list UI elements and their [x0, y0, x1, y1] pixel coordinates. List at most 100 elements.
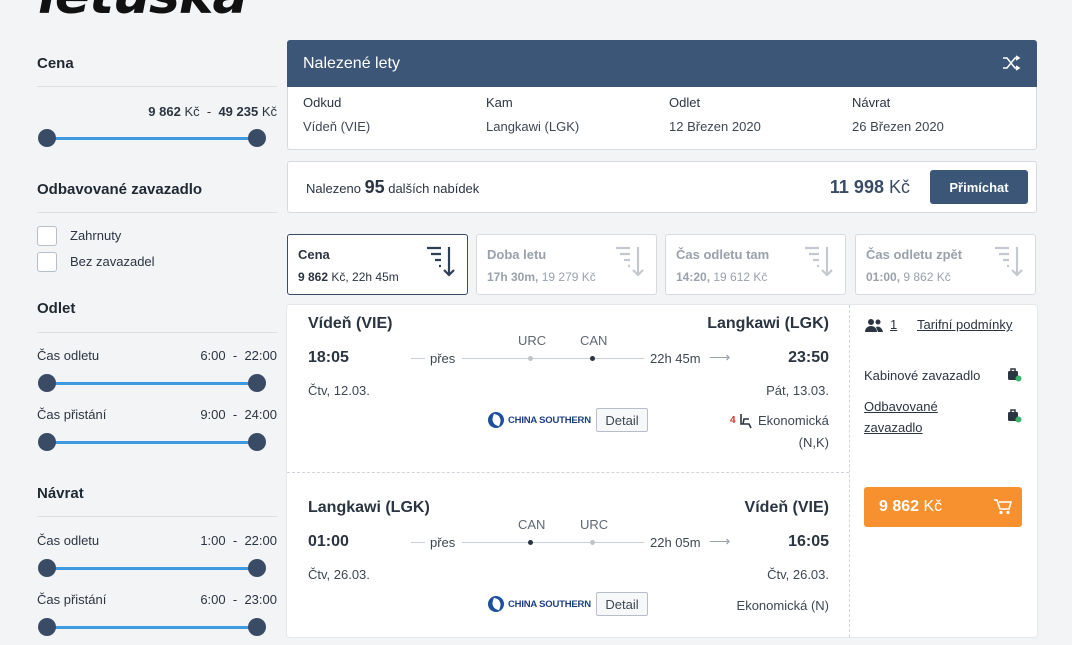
no-baggage-label[interactable]: Bez zavazadel — [70, 254, 155, 269]
inbound-to-city: Vídeň (VIE) — [744, 499, 829, 516]
price-max-value: 49 235 — [218, 104, 259, 119]
no-baggage-checkbox[interactable] — [37, 252, 57, 272]
checked-bag-link[interactable]: Odbavované — [864, 399, 938, 414]
tab-sub-rest: Kč, 22h 45m — [328, 270, 399, 284]
tab-sort-duration[interactable]: Doba letu 17h 30m, 19 279 Kč — [476, 234, 657, 295]
range-sep: - — [232, 533, 238, 548]
airline-name: CHINA SOUTHERN — [508, 598, 591, 610]
inbound-dep-date: Čtv, 26.03. — [308, 567, 370, 582]
inbound-dep-time: 01:00 — [308, 533, 349, 550]
tab-sub-bold: 17h 30m, — [487, 270, 539, 284]
seats-left-count: 4 — [730, 415, 736, 426]
route-line — [462, 542, 644, 543]
divider — [287, 472, 849, 473]
baggage-included-checkbox[interactable] — [37, 226, 57, 246]
route-line — [411, 542, 425, 543]
price-filter-title: Cena — [37, 55, 74, 72]
site-logo[interactable]: letuska — [38, 0, 248, 26]
price-slider[interactable] — [38, 129, 266, 147]
passenger-count[interactable]: 1 — [890, 317, 897, 332]
divider — [37, 332, 277, 333]
return-value: 26 Březen 2020 — [852, 119, 944, 134]
tab-sub-rest: 9 862 Kč — [900, 270, 951, 284]
airline-mark-icon — [488, 596, 504, 612]
outbound-dep-date: Čtv, 12.03. — [308, 383, 370, 398]
slider-min-handle[interactable] — [38, 129, 56, 147]
inbound-duration: 22h 05m — [650, 535, 701, 550]
tab-sub: 9 862 Kč, 22h 45m — [298, 270, 399, 284]
outbound-detail-button[interactable]: Detail — [596, 408, 648, 432]
inbound-arr-date: Čtv, 26.03. — [767, 567, 829, 582]
baggage-included-label[interactable]: Zahrnuty — [70, 228, 121, 243]
sort-descending-icon — [427, 246, 455, 277]
range-sep: - — [232, 348, 238, 363]
divider — [849, 305, 850, 637]
range-sep: - — [232, 407, 238, 422]
inbound-detail-button[interactable]: Detail — [596, 592, 648, 616]
arrival-time-range: 9:00 - 24:00 — [200, 407, 277, 422]
slider-max-handle[interactable] — [248, 129, 266, 147]
tab-sort-outbound-time[interactable]: Čas odletu tam 14:20, 19 612 Kč — [665, 234, 846, 295]
baggage-filter-title: Odbavované zavazadlo — [37, 181, 203, 198]
slider-track[interactable] — [47, 567, 257, 570]
slider-min-handle[interactable] — [38, 374, 56, 392]
outbound-cabin-class: (N,K) — [798, 435, 829, 450]
outbound-via: přes — [430, 351, 456, 366]
depart-label: Odlet — [669, 95, 701, 110]
seat-icon — [740, 414, 752, 429]
departure-time-label: Čas odletu — [37, 348, 100, 363]
cart-icon — [994, 499, 1012, 515]
offers-suffix: dalších nabídek — [388, 181, 480, 196]
offers-count-text: Nalezeno 95 dalších nabídek — [306, 177, 479, 198]
slider-max-handle[interactable] — [248, 374, 266, 392]
slider-max-handle[interactable] — [248, 559, 266, 577]
to-col: Kam Langkawi (LGK) — [486, 95, 579, 134]
tab-sub: 14:20, 19 612 Kč — [676, 270, 767, 284]
return-departure-time-label: Čas odletu — [37, 533, 100, 548]
stop-dot — [528, 356, 533, 361]
range-from: 6:00 — [200, 592, 226, 607]
return-departure-slider[interactable] — [38, 559, 266, 577]
checked-bag-link-line2[interactable]: zavazadlo — [864, 420, 923, 435]
slider-min-handle[interactable] — [38, 433, 56, 451]
tab-label: Čas odletu zpět — [866, 247, 963, 262]
slider-min-handle[interactable] — [38, 618, 56, 636]
buy-button[interactable]: 9 862 Kč — [864, 487, 1022, 527]
slider-track[interactable] — [47, 382, 257, 385]
slider-track[interactable] — [47, 137, 257, 140]
departure-filter-title: Odlet — [37, 300, 76, 317]
inbound-stop-2: URC — [580, 517, 609, 532]
tab-sort-return-time[interactable]: Čas odletu zpět 01:00, 9 862 Kč — [855, 234, 1036, 295]
offers-price-unit: Kč — [888, 177, 910, 197]
slider-track[interactable] — [47, 441, 257, 444]
slider-track[interactable] — [47, 626, 257, 629]
slider-max-handle[interactable] — [248, 433, 266, 451]
arrival-time-slider[interactable] — [38, 433, 266, 451]
airline-logo: CHINA SOUTHERN — [488, 596, 591, 612]
tab-sub: 01:00, 9 862 Kč — [866, 270, 951, 284]
mix-button[interactable]: Přimíchat — [930, 170, 1028, 204]
slider-min-handle[interactable] — [38, 559, 56, 577]
tab-sub: 17h 30m, 19 279 Kč — [487, 270, 596, 284]
route-line — [462, 358, 644, 359]
arrow-right-icon: ⟶ — [709, 533, 731, 550]
departure-time-slider[interactable] — [38, 374, 266, 392]
tariff-conditions-link[interactable]: Tarifní podmínky — [917, 317, 1012, 332]
buy-price-value: 9 862 — [879, 498, 920, 515]
price-range-sep: - — [206, 104, 212, 119]
range-to: 23:00 — [244, 592, 277, 607]
outbound-from-city: Vídeň (VIE) — [308, 315, 393, 332]
from-col: Odkud Vídeň (VIE) — [303, 95, 370, 134]
offers-count: 95 — [364, 177, 385, 197]
shuffle-icon[interactable] — [1001, 53, 1021, 73]
return-arrival-slider[interactable] — [38, 618, 266, 636]
return-col: Návrat 26 Březen 2020 — [852, 95, 944, 134]
from-value: Vídeň (VIE) — [303, 119, 371, 134]
passengers-icon — [865, 319, 883, 332]
price-min-value: 9 862 — [148, 104, 181, 119]
price-range-label: 9 862 Kč - 49 235 Kč — [148, 104, 277, 119]
divider — [37, 86, 277, 87]
tab-sort-price[interactable]: Cena 9 862 Kč, 22h 45m — [287, 234, 468, 295]
buy-price: 9 862 Kč — [879, 498, 942, 516]
slider-max-handle[interactable] — [248, 618, 266, 636]
